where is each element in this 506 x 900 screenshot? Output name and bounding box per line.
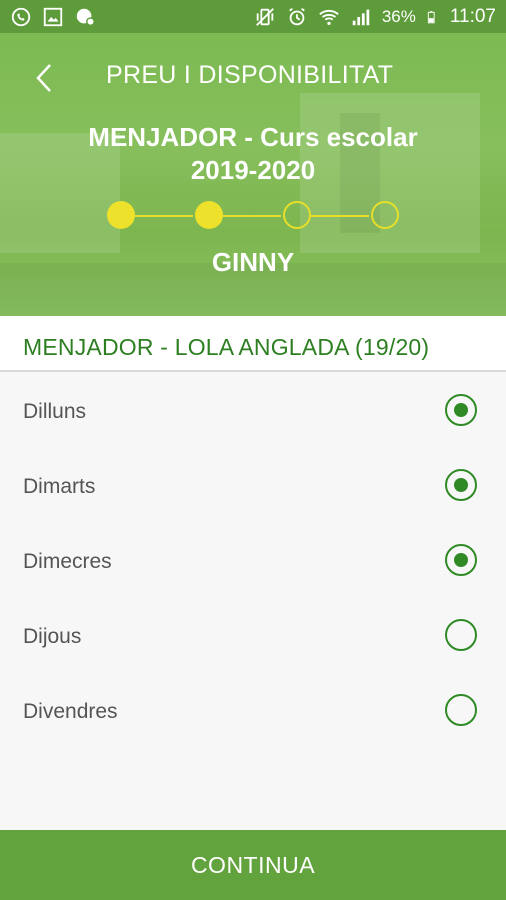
course-title: MENJADOR - Curs escolar 2019-2020: [0, 121, 506, 187]
day-radio-divendres[interactable]: [445, 694, 477, 726]
vibrate-icon: [255, 7, 274, 26]
progress-stepper: [107, 200, 401, 232]
day-label: Dijous: [23, 625, 82, 648]
course-line-1: MENJADOR - Curs escolar: [88, 122, 418, 152]
day-row-dimarts[interactable]: Dimarts: [0, 449, 506, 524]
step-1: [107, 201, 135, 229]
wifi-icon: [319, 9, 339, 25]
day-radio-dimarts[interactable]: [445, 469, 477, 501]
step-connector: [135, 215, 193, 217]
student-name: GINNY: [211, 247, 295, 277]
service-section-header: MENJADOR - LOLA ANGLADA (19/20): [0, 316, 506, 372]
radio-selected-dot: [454, 553, 468, 567]
status-bar: 36% 11:07: [0, 0, 506, 33]
messenger-icon: [76, 8, 95, 26]
back-arrow-icon[interactable]: [30, 61, 60, 95]
step-connector: [223, 215, 281, 217]
day-radio-dijous[interactable]: [445, 619, 477, 651]
day-row-dijous[interactable]: Dijous: [0, 599, 506, 674]
radio-selected-dot: [454, 403, 468, 417]
day-label: Dimarts: [23, 475, 96, 498]
radio-selected-dot: [454, 478, 468, 492]
day-label: Dilluns: [23, 400, 87, 423]
service-title: MENJADOR - LOLA ANGLADA (19/20): [23, 334, 430, 360]
battery-percent: 36%: [381, 6, 416, 26]
step-3: [283, 201, 311, 229]
day-radio-dilluns[interactable]: [445, 394, 477, 426]
status-right: 36% 11:07: [254, 6, 496, 28]
clock: 11:07: [449, 5, 496, 27]
app-toolbar: PREU I DISPONIBILITAT: [0, 33, 506, 121]
status-left: [10, 6, 96, 28]
day-label: Dimecres: [23, 550, 112, 573]
day-row-divendres[interactable]: Divendres: [0, 674, 506, 749]
gallery-icon: [43, 7, 63, 26]
battery-icon: [427, 10, 435, 23]
day-row-dimecres[interactable]: Dimecres: [0, 524, 506, 599]
page-title: PREU I DISPONIBILITAT: [106, 61, 394, 89]
signal-icon: [352, 9, 370, 25]
whatsapp-icon: [11, 7, 31, 26]
step-2: [195, 201, 223, 229]
step-connector: [311, 215, 369, 217]
alarm-icon: [288, 7, 305, 25]
day-label: Divendres: [23, 700, 118, 723]
step-4: [371, 201, 399, 229]
day-radio-dimecres[interactable]: [445, 544, 477, 576]
course-line-2: 2019-2020: [190, 155, 316, 185]
day-row-dilluns[interactable]: Dilluns: [0, 374, 506, 449]
continue-button[interactable]: CONTINUA: [0, 830, 506, 900]
